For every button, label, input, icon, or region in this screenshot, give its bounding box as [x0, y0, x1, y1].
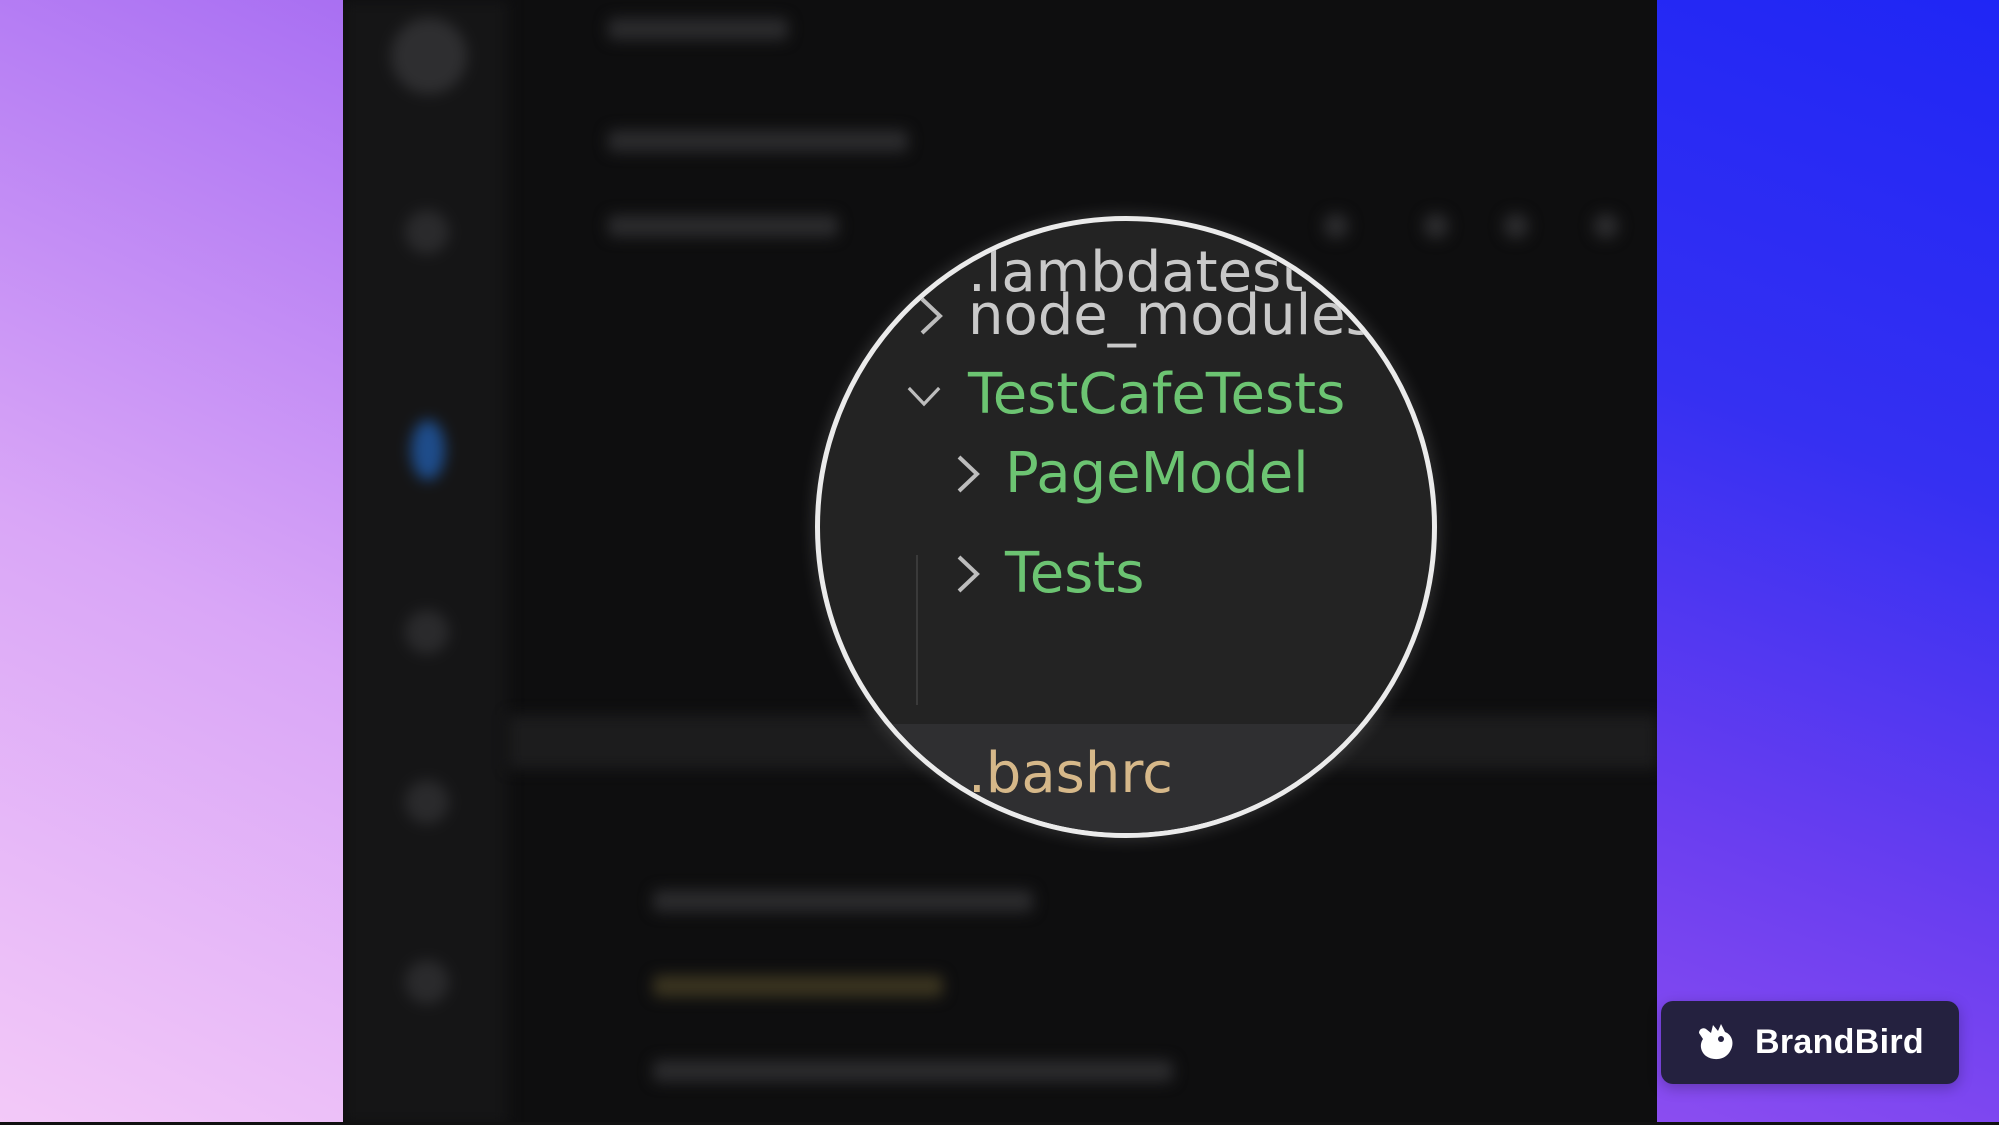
tree-item-label: TestCafeTests	[968, 362, 1346, 427]
tree-item-label: .bashrc	[968, 741, 1173, 806]
extensions-icon[interactable]	[405, 610, 449, 654]
tree-item-node-modules[interactable]: node_modules	[968, 281, 1375, 351]
brandbird-logo-icon	[1699, 1023, 1733, 1059]
tree-item-label: node_modules	[968, 283, 1375, 348]
collapse-icon[interactable]	[1593, 213, 1619, 239]
chevron-right-icon[interactable]	[947, 549, 987, 599]
blurred-file-row	[653, 975, 943, 997]
blurred-section-header	[608, 130, 908, 152]
blurred-file-row	[653, 890, 1033, 912]
badge-label: BrandBird	[1755, 1023, 1924, 1061]
tree-item-testcafetests[interactable]: TestCafeTests	[968, 360, 1345, 430]
tree-item-tests[interactable]: Tests	[1005, 539, 1144, 609]
blurred-folder-header	[608, 215, 838, 237]
tree-item-pagemodel[interactable]: PageModel	[1005, 439, 1309, 509]
magnifier-lens: .lambdatest node_modules TestCafeTests P…	[815, 216, 1437, 838]
activity-bar	[343, 0, 508, 1125]
tree-item-label: Tests	[1005, 541, 1145, 606]
blurred-title	[608, 18, 788, 40]
refresh-icon[interactable]	[1503, 213, 1529, 239]
tree-item-bashrc[interactable]: .bashrc	[968, 739, 1173, 809]
chevron-right-icon[interactable]	[910, 291, 950, 341]
chevron-down-icon[interactable]	[904, 371, 944, 421]
brandbird-watermark-badge: BrandBird	[1661, 1001, 1959, 1084]
account-icon[interactable]	[391, 18, 467, 94]
tree-item-label: PageModel	[1005, 441, 1309, 506]
settings-icon[interactable]	[405, 960, 449, 1004]
indent-guide	[916, 555, 918, 705]
debug-icon[interactable]	[405, 780, 449, 824]
background-right-gradient	[1655, 0, 1999, 1125]
editor-window: .lambdatest node_modules TestCafeTests P…	[343, 0, 1657, 1125]
explorer-icon[interactable]	[405, 210, 449, 254]
chevron-right-icon[interactable]	[947, 449, 987, 499]
source-control-icon[interactable]	[411, 420, 445, 480]
blurred-file-row	[653, 1060, 1173, 1082]
